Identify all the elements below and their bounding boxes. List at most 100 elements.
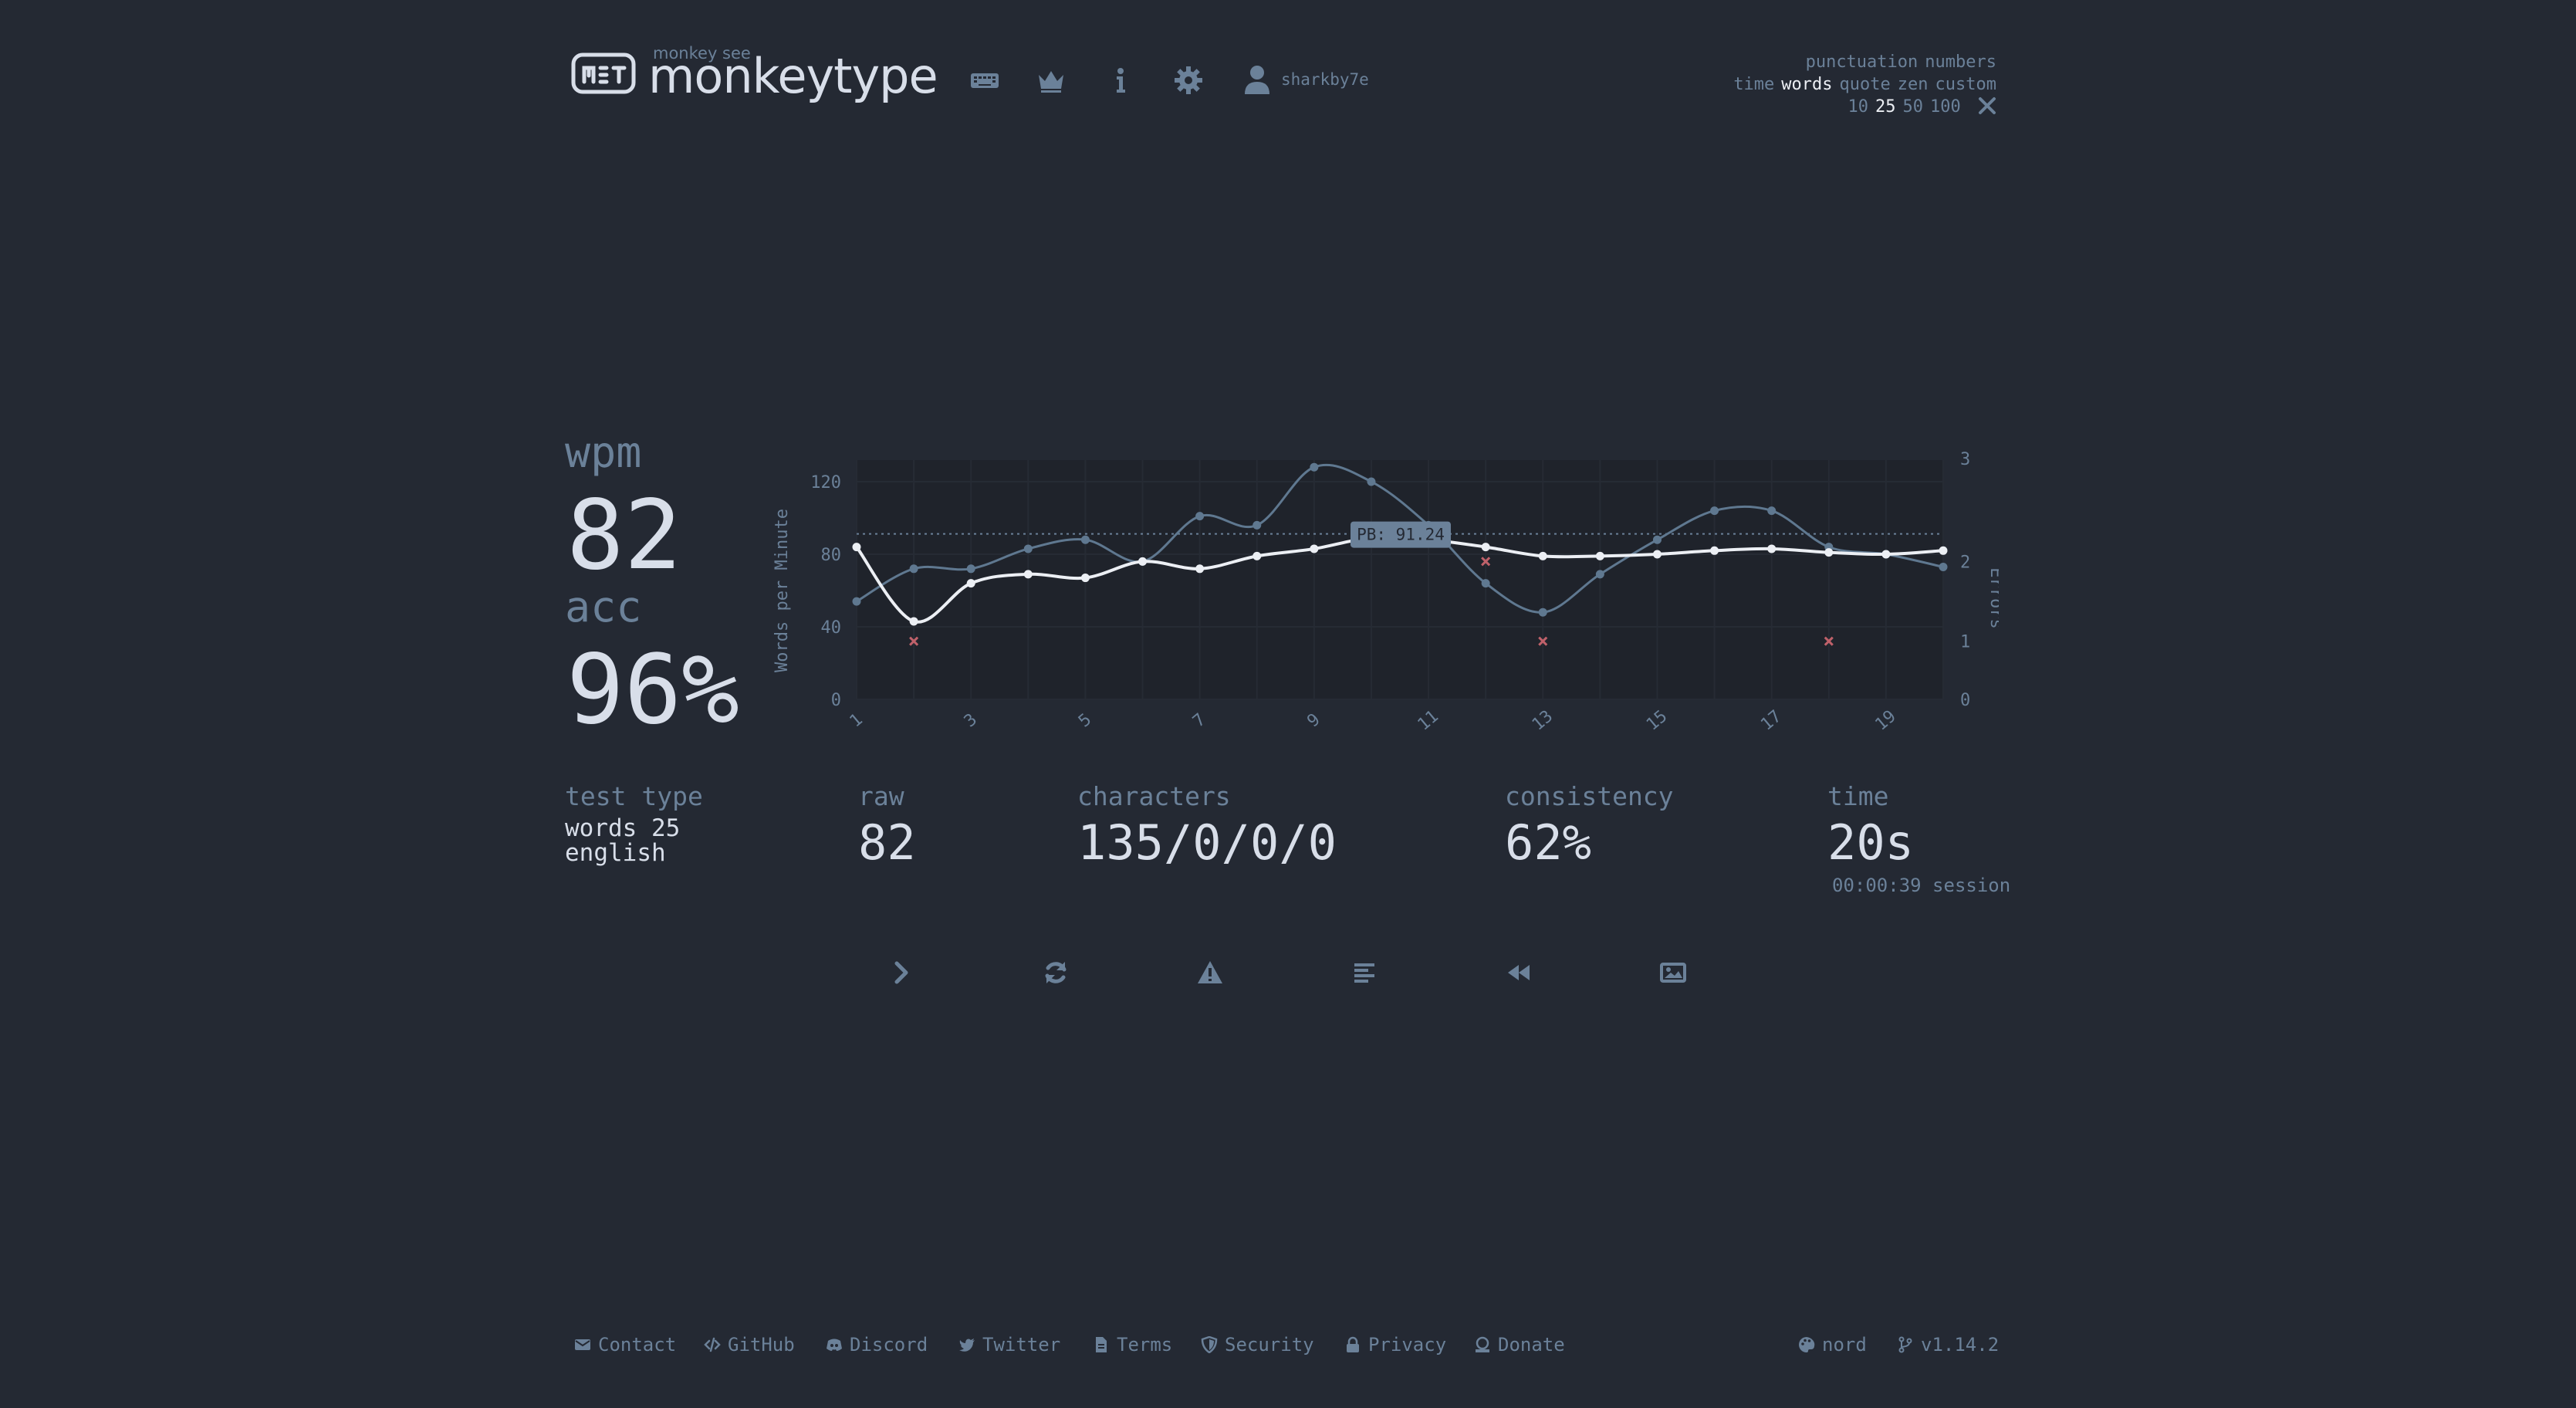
code-branch-icon [1898, 1336, 1912, 1353]
footer-security[interactable]: Security [1201, 1334, 1314, 1356]
config-punctuation[interactable]: punctuation [1806, 52, 1918, 72]
consistency-value: 62% [1505, 814, 1591, 871]
wpm-value: 82 [566, 480, 682, 591]
align-left-icon [1354, 963, 1374, 983]
consistency-block: consistency 62% [1505, 781, 1674, 867]
keyboard-icon[interactable] [969, 65, 1000, 96]
series-point [1253, 551, 1262, 560]
footer-twitter[interactable]: Twitter [958, 1334, 1060, 1356]
series-point [1138, 557, 1148, 566]
x-tick-label: 9 [1303, 710, 1323, 732]
count-50[interactable]: 50 [1903, 97, 1924, 117]
footer-privacy[interactable]: Privacy [1344, 1334, 1446, 1356]
y2-tick-label: 0 [1960, 691, 1970, 710]
mode-custom[interactable]: custom [1935, 75, 1996, 94]
config-row-mode: time words quote zen custom [1726, 73, 1996, 96]
count-10[interactable]: 10 [1848, 97, 1869, 117]
test-config: punctuation numbers time words quote zen cust… [1726, 51, 1996, 118]
info-icon[interactable] [1105, 65, 1136, 96]
discord-icon [827, 1339, 842, 1351]
series-point [1195, 512, 1205, 521]
series-point [1310, 462, 1319, 472]
footer-privacy-label: Privacy [1368, 1334, 1447, 1356]
user-icon [1245, 66, 1269, 94]
mode-words[interactable]: words [1781, 75, 1832, 94]
mode-quote[interactable]: quote [1840, 75, 1891, 94]
footer-discord[interactable]: Discord [826, 1334, 928, 1356]
series-point [1481, 543, 1490, 552]
footer-version[interactable]: v1.14.2 [1897, 1334, 1999, 1356]
footer-theme[interactable]: nord [1798, 1334, 1867, 1356]
series-point [852, 597, 861, 606]
test-type-line2: english [565, 839, 666, 867]
footer-security-label: Security [1225, 1334, 1314, 1356]
config-numbers[interactable]: numbers [1925, 52, 1996, 72]
footer-terms-label: Terms [1117, 1334, 1173, 1356]
series-point [1595, 570, 1604, 579]
series-point [909, 564, 918, 574]
footer-github-label: GitHub [728, 1334, 795, 1356]
chart-plot-area [857, 460, 1943, 699]
shield-icon [1201, 1336, 1218, 1353]
replay-button[interactable] [1500, 954, 1537, 991]
file-icon [1096, 1337, 1107, 1352]
chevron-right-icon [894, 961, 908, 984]
logo[interactable]: monkey see monkeytype [571, 44, 938, 100]
series-point [1824, 548, 1834, 557]
y2-tick-label: 1 [1960, 633, 1970, 652]
footer-donate[interactable]: Donate [1474, 1334, 1565, 1356]
footer-github[interactable]: GitHub [704, 1334, 795, 1356]
y-axis-label: Words per Minute [772, 509, 792, 672]
y-tick-label: 40 [821, 618, 842, 638]
gear-icon[interactable] [1173, 65, 1204, 96]
x-tick-label: 19 [1871, 707, 1899, 735]
characters-block: characters 135/0/0/0 [1077, 781, 1337, 867]
x-tick-label: 3 [961, 710, 981, 732]
series-point [1767, 506, 1776, 516]
series-point [1080, 535, 1090, 544]
crown-icon[interactable] [1036, 65, 1067, 96]
time-block: time 20s 00:00:39 session [1827, 781, 2010, 896]
words-history-button[interactable] [1346, 954, 1383, 991]
footer-contact[interactable]: Contact [574, 1334, 676, 1356]
series-point [1310, 544, 1319, 553]
series-point [966, 579, 975, 588]
mode-zen[interactable]: zen [1898, 75, 1929, 94]
custom-count-tools-icon[interactable] [1968, 97, 1996, 117]
mode-time[interactable]: time [1733, 75, 1774, 94]
donate-icon [1476, 1336, 1489, 1352]
brand-tagline: monkey see [653, 44, 751, 63]
y-tick-label: 0 [831, 691, 841, 710]
theme-name: nord [1822, 1334, 1867, 1356]
series-point [1080, 574, 1090, 583]
report-button[interactable] [1192, 954, 1229, 991]
series-point [1538, 608, 1547, 617]
restart-button[interactable] [1037, 954, 1074, 991]
image-icon [1660, 963, 1686, 983]
series-point [1023, 544, 1033, 553]
screenshot-button[interactable] [1655, 954, 1692, 991]
code-icon [704, 1337, 721, 1352]
test-type-label: test type [565, 781, 703, 811]
series-point [966, 564, 975, 574]
count-25[interactable]: 25 [1875, 97, 1896, 117]
series-point [1023, 570, 1033, 579]
footer-donate-label: Donate [1498, 1334, 1565, 1356]
series-point [1652, 535, 1662, 544]
series-point [1538, 551, 1547, 560]
wpm-label: wpm [565, 428, 642, 477]
time-value: 20s [1827, 814, 1914, 871]
raw-block: raw 82 [858, 781, 916, 867]
series-point [909, 617, 918, 626]
personal-best-tag: PB: 91.24 [1351, 521, 1451, 548]
y2-tick-label: 2 [1960, 553, 1970, 572]
count-100[interactable]: 100 [1930, 97, 1961, 117]
footer-terms[interactable]: Terms [1093, 1334, 1172, 1356]
acc-label: acc [565, 582, 642, 631]
account-button[interactable]: sharkby7e [1244, 65, 1369, 94]
next-test-button[interactable] [883, 954, 920, 991]
config-row-modifiers: punctuation numbers [1726, 51, 1996, 73]
characters-value: 135/0/0/0 [1077, 814, 1337, 871]
wpm-chart: 0408012001231 3 5 7 9 11 13 15 17 19Words per Min… [772, 450, 1999, 735]
series-point [1767, 544, 1776, 553]
